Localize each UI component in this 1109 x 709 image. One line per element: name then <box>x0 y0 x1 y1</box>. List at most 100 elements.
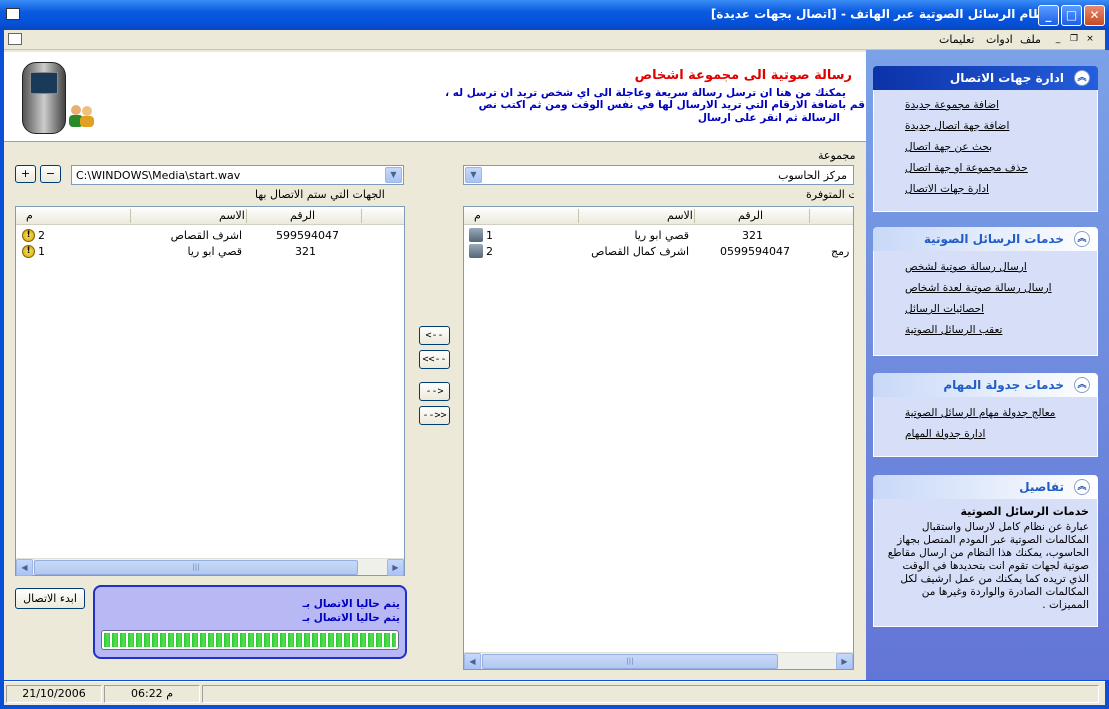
details-panel-header[interactable]: تفاصيل ︽ <box>873 475 1098 499</box>
mdi-close-button[interactable]: × <box>1083 33 1097 46</box>
warning-icon: ! <box>22 229 35 242</box>
move-left-button[interactable]: <-- <box>419 326 450 345</box>
voice-panel-body: ارسال رسالة صوتية لشخص ارسال رسالة صوتية… <box>873 251 1098 356</box>
scroll-right-icon[interactable]: ▶ <box>836 653 853 669</box>
column-header-name[interactable]: الاسم <box>667 209 693 222</box>
add-button[interactable]: + <box>15 165 36 183</box>
details-panel: تفاصيل ︽ خدمات الرسائل الصوتية عبارة عن … <box>873 475 1098 627</box>
group-select-value: مركز الحاسوب <box>778 169 847 182</box>
chevron-down-icon[interactable]: ▼ <box>385 167 402 183</box>
menu-file[interactable]: ملف <box>1020 33 1041 46</box>
menu-tools[interactable]: ادوات <box>986 33 1013 46</box>
table-row[interactable]: ! 2 اشرف القصاص 599594047 <box>16 227 404 243</box>
row-index: 1 <box>486 229 493 242</box>
status-bar: 21/10/2006 06:22 م <box>4 681 1105 705</box>
menu-bar: تعليمات ادوات ملف _ ❐ × <box>4 30 1105 50</box>
mdi-restore-button[interactable]: ❐ <box>1067 33 1081 46</box>
column-separator <box>361 209 362 223</box>
targets-list-header: م الاسم الرقم <box>16 207 404 225</box>
column-header-number[interactable]: الرقم <box>290 209 315 222</box>
available-list-header: م الاسم الرقم <box>464 207 853 225</box>
available-label: الجهات المتوفرة <box>806 188 854 201</box>
status-line-1: يتم حاليا الاتصال بـ <box>302 598 400 610</box>
link-send-single[interactable]: ارسال رسالة صوتية لشخص <box>905 261 1027 273</box>
link-manage-contacts[interactable]: ادارة جهات الاتصال <box>905 183 989 195</box>
row-name: قصي ابو ريا <box>634 229 689 242</box>
column-header-index[interactable]: م <box>474 209 481 222</box>
schedule-panel: خدمات جدولة المهام ︽ معالج جدولة مهام ال… <box>873 373 1098 457</box>
collapse-icon[interactable]: ︽ <box>1074 70 1090 86</box>
menu-help[interactable]: تعليمات <box>939 33 974 46</box>
column-separator <box>578 209 579 223</box>
sound-file-value: C:\WINDOWS\Media\start.wav <box>76 169 241 182</box>
maximize-button[interactable]: □ <box>1061 5 1082 26</box>
link-search-contact[interactable]: بحث عن جهة اتصال <box>905 141 992 153</box>
status-date: 21/10/2006 <box>6 685 102 703</box>
column-header-name[interactable]: الاسم <box>219 209 245 222</box>
collapse-icon[interactable]: ︽ <box>1074 231 1090 247</box>
table-row[interactable]: 2 اشرف كمال القصاص 0599594047 رمج <box>464 243 853 259</box>
column-separator <box>694 209 695 223</box>
row-name: قصي ابو ريا <box>187 245 242 258</box>
row-number: 321 <box>295 245 316 258</box>
call-progress-bar <box>101 630 399 650</box>
header-description-line-3: الرسالة ثم انقر على ارسال <box>697 112 840 124</box>
move-all-left-button[interactable]: <<-- <box>419 350 450 369</box>
voice-panel-header[interactable]: خدمات الرسائل الصوتية ︽ <box>873 227 1098 251</box>
move-all-right-button[interactable]: -->> <box>419 406 450 425</box>
link-track-messages[interactable]: تعقب الرسائل الصوتية <box>905 324 1002 336</box>
document-icon <box>8 33 22 45</box>
column-header-number[interactable]: الرقم <box>738 209 763 222</box>
details-text: عبارة عن نظام كامل لارسال واستقبال المكا… <box>887 521 1089 611</box>
schedule-panel-header[interactable]: خدمات جدولة المهام ︽ <box>873 373 1098 397</box>
scroll-thumb[interactable]: ||| <box>34 560 358 575</box>
scroll-left-icon[interactable]: ◀ <box>16 559 33 576</box>
link-send-multiple[interactable]: ارسال رسالة صوتية لعدة اشخاص <box>905 282 1052 294</box>
row-number: 0599594047 <box>720 245 790 258</box>
row-index: 2 <box>38 229 45 242</box>
voice-panel-title: خدمات الرسائل الصوتية <box>923 232 1064 246</box>
collapse-icon[interactable]: ︽ <box>1074 479 1090 495</box>
chevron-down-icon[interactable]: ▼ <box>465 167 482 183</box>
header-description-line-2: قم باضافة الارقام التي تريد الارسال لها … <box>478 99 865 111</box>
table-row[interactable]: ! 1 قصي ابو ريا 321 <box>16 243 404 259</box>
sound-file-select[interactable]: C:\WINDOWS\Media\start.wav ▼ <box>71 165 404 185</box>
column-separator <box>809 209 810 223</box>
targets-list[interactable]: م الاسم الرقم ! 2 اشرف القصاص 599594047 … <box>15 206 405 576</box>
start-call-button[interactable]: ابدء الاتصال <box>15 588 85 609</box>
group-select[interactable]: ▼ مركز الحاسوب <box>463 165 854 185</box>
contacts-panel-body: اضافة مجموعة جديدة اضافة جهة اتصال جديدة… <box>873 90 1098 212</box>
minimize-button[interactable]: _ <box>1038 5 1059 26</box>
collapse-icon[interactable]: ︽ <box>1074 377 1090 393</box>
contacts-panel: ادارة جهات الاتصال ︽ اضافة مجموعة جديدة … <box>873 66 1098 212</box>
link-schedule-wizard[interactable]: معالج جدولة مهام الرسائل الصوتية <box>905 407 1055 419</box>
user-icon <box>66 102 96 128</box>
horizontal-scrollbar[interactable]: ◀ ||| ▶ <box>16 558 404 576</box>
close-button[interactable]: ✕ <box>1084 5 1105 26</box>
table-row[interactable]: 1 قصي ابو ريا 321 <box>464 227 853 243</box>
contacts-panel-header[interactable]: ادارة جهات الاتصال ︽ <box>873 66 1098 90</box>
row-name: اشرف كمال القصاص <box>591 245 689 258</box>
scroll-right-icon[interactable]: ▶ <box>387 559 404 576</box>
row-number: 599594047 <box>276 229 339 242</box>
title-bar[interactable]: نظام الرسائل الصوتية عبر الهاتف - [اتصال… <box>0 0 1109 30</box>
remove-button[interactable]: − <box>40 165 61 183</box>
link-add-group[interactable]: اضافة مجموعة جديدة <box>905 99 999 111</box>
schedule-panel-title: خدمات جدولة المهام <box>943 378 1064 392</box>
link-add-contact[interactable]: اضافة جهة اتصال جديدة <box>905 120 1009 132</box>
available-list[interactable]: م الاسم الرقم 1 قصي ابو ريا 321 2 اشرف ك… <box>463 206 854 670</box>
link-delete-contact[interactable]: حذف مجموعة او جهة اتصال <box>905 162 1028 174</box>
move-right-button[interactable]: --> <box>419 382 450 401</box>
contact-icon <box>469 244 483 258</box>
mdi-minimize-button[interactable]: _ <box>1051 33 1065 46</box>
link-message-stats[interactable]: احصائيات الرسائل <box>905 303 984 315</box>
scroll-thumb[interactable]: ||| <box>482 654 778 669</box>
column-header-index[interactable]: م <box>26 209 33 222</box>
header-description-line-1: يمكنك من هنا ان ترسل رسالة سريعة وعاجلة … <box>445 87 846 99</box>
link-manage-schedules[interactable]: ادارة جدولة المهام <box>905 428 985 440</box>
horizontal-scrollbar[interactable]: ◀ ||| ▶ <box>464 652 853 669</box>
status-message <box>202 685 1099 703</box>
contacts-panel-title: ادارة جهات الاتصال <box>949 71 1064 85</box>
status-line-2: يتم حاليا الاتصال بـ <box>302 612 400 624</box>
scroll-left-icon[interactable]: ◀ <box>464 653 481 669</box>
